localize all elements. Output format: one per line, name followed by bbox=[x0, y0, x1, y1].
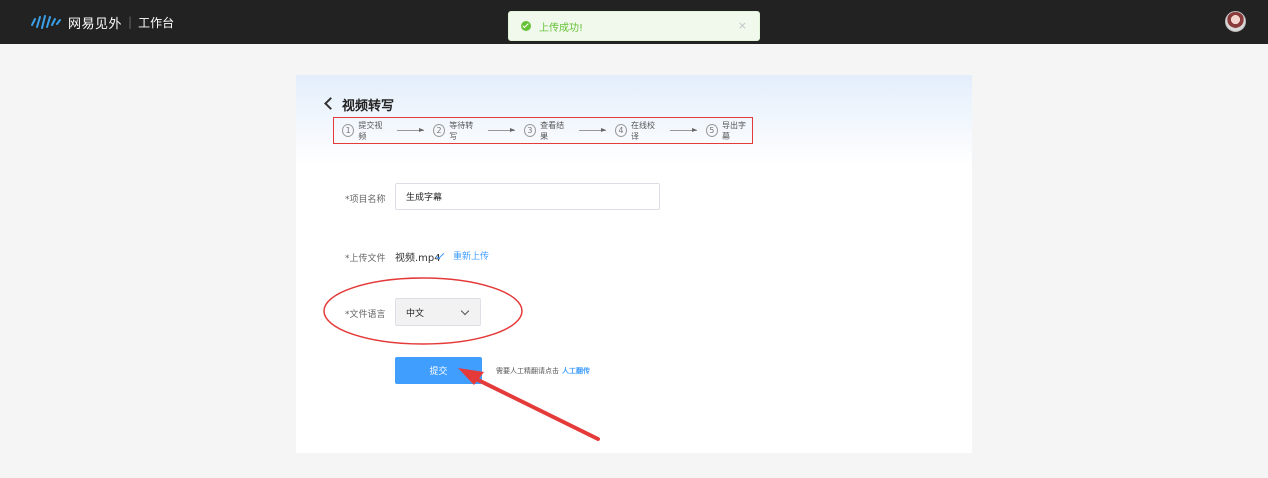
project-name-input[interactable]: 生成字幕 bbox=[395, 183, 660, 210]
step-label: 等待转写 bbox=[449, 120, 474, 141]
brand-name: 网易见外 bbox=[68, 16, 123, 32]
step-number: 2 bbox=[432, 124, 446, 137]
upload-success-toast: 上传成功! × bbox=[508, 11, 760, 41]
step-number: 3 bbox=[523, 124, 537, 137]
workspace-link[interactable]: 工作台 bbox=[138, 14, 174, 31]
step-label: 查看结果 bbox=[540, 120, 565, 141]
step-5: 5 导出字幕 bbox=[705, 120, 752, 142]
step-3: 3 查看结果 bbox=[523, 120, 570, 142]
step-4: 4 在线校译 bbox=[614, 120, 661, 142]
step-label: 在线校译 bbox=[631, 120, 656, 141]
manual-translation-hint: 需要人工精翻请点击 人工翻传 bbox=[496, 366, 590, 376]
language-select[interactable]: 中文 bbox=[395, 298, 481, 326]
arrow-right-icon bbox=[579, 128, 606, 132]
step-number: 5 bbox=[705, 124, 718, 137]
reupload-link[interactable]: 重新上传 bbox=[453, 249, 489, 262]
user-avatar-icon[interactable] bbox=[1225, 11, 1246, 32]
uploaded-file-name: 视频.mp4 bbox=[395, 253, 441, 264]
manual-translation-link[interactable]: 人工翻传 bbox=[562, 367, 590, 375]
toast-message: 上传成功! bbox=[539, 22, 584, 34]
arrow-right-icon bbox=[488, 128, 515, 132]
progress-steps: 1 提交视频 2 等待转写 3 查看结果 4 在线校译 5 导出字幕 bbox=[333, 117, 753, 144]
step-label: 提交视频 bbox=[358, 120, 383, 141]
project-name-label: *项目名称 bbox=[345, 195, 386, 205]
brand-separator: | bbox=[128, 15, 133, 29]
language-select-value: 中文 bbox=[406, 308, 425, 319]
chevron-left-icon[interactable] bbox=[324, 97, 334, 109]
transcription-card: 视频转写 1 提交视频 2 等待转写 3 查看结果 4 在线校译 5 导出字幕 … bbox=[296, 75, 972, 453]
chevron-down-icon bbox=[460, 306, 470, 316]
step-label: 导出字幕 bbox=[721, 120, 746, 141]
arrow-right-icon bbox=[397, 128, 424, 132]
page-title: 视频转写 bbox=[342, 99, 395, 114]
waveform-logo-icon bbox=[31, 15, 61, 29]
step-number: 1 bbox=[342, 124, 355, 137]
success-check-icon bbox=[521, 21, 531, 31]
step-number: 4 bbox=[614, 124, 628, 137]
close-icon[interactable]: × bbox=[738, 19, 747, 32]
upload-file-label: *上传文件 bbox=[345, 254, 386, 264]
submit-button[interactable]: 提交 bbox=[395, 357, 482, 384]
step-2: 2 等待转写 bbox=[432, 120, 479, 142]
hint-text: 需要人工精翻请点击 bbox=[496, 367, 559, 375]
step-1: 1 提交视频 bbox=[342, 120, 388, 142]
file-language-label: *文件语言 bbox=[345, 310, 386, 320]
arrow-right-icon bbox=[670, 128, 697, 132]
brand-logo[interactable]: 网易见外 | 工作台 bbox=[30, 12, 174, 32]
